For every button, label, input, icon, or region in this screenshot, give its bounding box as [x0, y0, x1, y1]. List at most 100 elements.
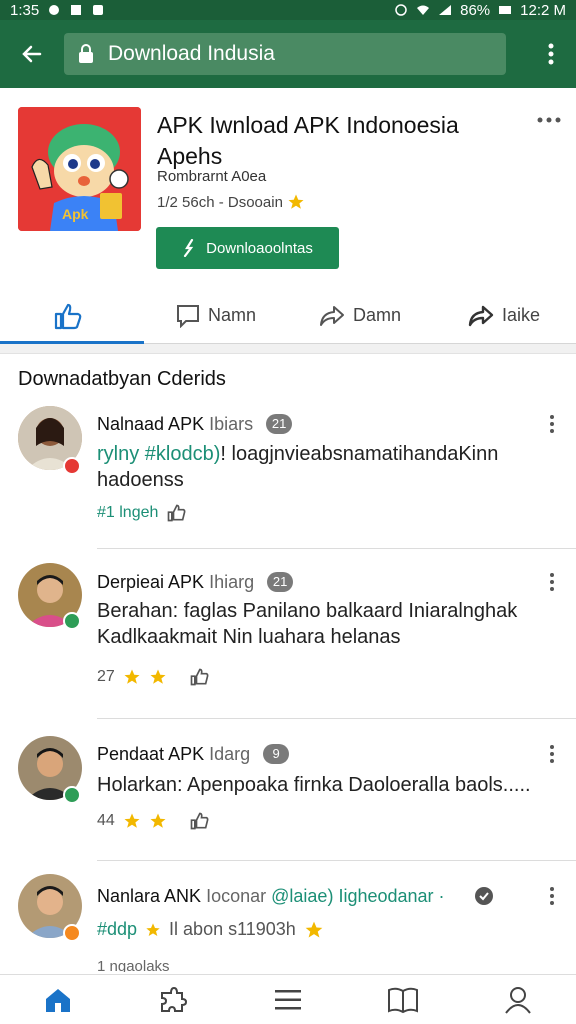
star-icon — [150, 813, 166, 828]
review-rating-count: 44 — [97, 812, 115, 829]
battery-icon — [499, 6, 512, 14]
status-badge — [63, 924, 81, 942]
reviewer-count: 21 — [267, 572, 294, 592]
divider — [97, 860, 576, 861]
review-tag[interactable]: #1 lngeh — [97, 504, 158, 522]
status-badge — [63, 612, 81, 630]
reviewer-name-text: Derpieai APK — [97, 572, 205, 592]
reviewer-role: Ioconar — [206, 886, 267, 906]
home-icon — [45, 988, 70, 1012]
puzzle-icon — [160, 986, 187, 1012]
review-footer: #1 lngeh — [97, 503, 186, 523]
status-time: 1:35 — [10, 1, 40, 19]
menu-icon — [275, 989, 301, 1009]
nav-apps[interactable] — [115, 975, 230, 1024]
tab-share-label: Damn — [352, 305, 401, 325]
star-icon — [288, 194, 304, 209]
tab-like[interactable] — [0, 288, 144, 344]
reviewer-name[interactable]: Pendaat APK Idarg 9 — [97, 744, 290, 765]
tab-comment-label: Namn — [207, 305, 256, 325]
section-separator — [0, 344, 576, 354]
more-vert-icon[interactable] — [545, 572, 559, 592]
star-icon — [146, 922, 160, 936]
forward-icon — [468, 305, 494, 326]
battery-percent: 86% — [460, 1, 491, 19]
reviewer-name[interactable]: Nalnaad APK Ibiars 21 — [97, 414, 293, 435]
app-title: APK Iwnload APK Indonoesia Apehs — [157, 112, 459, 169]
alarm-icon — [395, 4, 407, 16]
app-header: Apk APK Iwnload APK Indonoesia Apehs Rom… — [0, 88, 576, 288]
reviewer-name[interactable]: Nanlara ANK Ioconar @laiae) Iigheodanar … — [97, 886, 445, 907]
profile-icon — [505, 986, 532, 1014]
app-notification-icon — [93, 5, 104, 15]
tab-comment[interactable]: Namn — [144, 288, 288, 343]
reviewer-role: Ibiars — [209, 414, 254, 434]
like-outline-icon[interactable] — [166, 503, 186, 523]
install-button[interactable]: Downloaoolntas — [156, 227, 339, 269]
divider — [97, 718, 576, 719]
star-icon — [124, 813, 140, 828]
reviewer-name[interactable]: Derpieai APK Ihiarg 21 — [97, 572, 294, 593]
partial-text: 1 ngaolaks — [97, 958, 170, 972]
more-vert-icon[interactable] — [545, 414, 559, 434]
tab-share[interactable]: Damn — [288, 288, 432, 343]
thumbs-up-icon — [54, 303, 82, 329]
back-button[interactable] — [0, 20, 64, 88]
reviewer-name-text: Nanlara ANK — [97, 886, 202, 906]
review-body: Berahan: faglas Panilano balkaard Iniara… — [97, 600, 518, 648]
app-icon-text: Apk — [62, 206, 89, 222]
more-vert-icon — [548, 43, 554, 65]
share-icon — [319, 305, 344, 326]
more-vert-icon[interactable] — [545, 744, 559, 764]
tab-forward-label: Iaike — [501, 305, 541, 325]
star-icon — [150, 669, 166, 684]
review-footer: #ddp Il abon s11903h — [97, 919, 324, 940]
nav-library[interactable] — [346, 975, 461, 1024]
lock-icon — [79, 44, 93, 63]
nav-home[interactable] — [0, 975, 115, 1024]
more-horiz-icon[interactable] — [536, 110, 562, 130]
notification-icon — [49, 5, 60, 15]
reviewer-count: 21 — [266, 414, 293, 434]
app-meta: 1/2 56ch - Dsooain — [157, 193, 305, 211]
comment-icon — [176, 304, 199, 328]
divider — [97, 548, 576, 549]
install-button-label: Downloaoolntas — [206, 239, 313, 257]
app-meta-text: 1/2 56ch - Dsooain — [157, 193, 283, 211]
status-clock: 12:2 M — [520, 1, 566, 19]
overflow-menu-button[interactable] — [526, 20, 576, 88]
bottom-navigation — [0, 974, 576, 1024]
download-icon — [184, 239, 194, 257]
reviewer-name-text: Nalnaad APK — [97, 414, 205, 434]
wifi-icon — [417, 5, 430, 15]
browser-toolbar: Download Indusia — [0, 20, 576, 88]
book-icon — [388, 987, 419, 1013]
review-body: Holarkan: Apenpoaka firnka Daoloeralla b… — [97, 774, 531, 796]
reviewer-count: 9 — [263, 744, 290, 764]
review-footer: 27 — [97, 667, 209, 687]
review-footer: 44 — [97, 811, 209, 831]
more-vert-icon[interactable] — [545, 886, 559, 906]
review-meta: Il abon s11903h — [169, 919, 296, 939]
reviewer-handle[interactable]: @laiae) Iigheodanar · — [271, 886, 444, 906]
reviewer-role: Ihiarg — [209, 572, 255, 592]
star-icon — [124, 669, 140, 684]
review-tag[interactable]: #ddp — [97, 919, 137, 940]
like-outline-icon[interactable] — [189, 811, 209, 831]
star-icon — [305, 921, 323, 937]
status-badge — [63, 457, 81, 475]
app-icon[interactable]: Apk — [18, 107, 141, 231]
back-arrow-icon — [22, 45, 42, 63]
app-developer[interactable]: Rombrarnt A0ea — [157, 168, 266, 185]
reviewer-role: Idarg — [209, 744, 251, 764]
tab-forward[interactable]: Iaike — [432, 288, 576, 343]
section-title: Downadatbyan Cderids — [18, 368, 226, 390]
review-hashtag[interactable]: rylny #klodcb) — [97, 443, 220, 465]
nav-menu[interactable] — [230, 975, 345, 1024]
url-bar[interactable]: Download Indusia — [64, 33, 506, 75]
action-tabs: Namn Damn Iaike — [0, 288, 576, 344]
status-badge — [63, 786, 81, 804]
like-outline-icon[interactable] — [189, 667, 209, 687]
nav-profile[interactable] — [461, 975, 576, 1024]
status-bar: 1:35 86% 12:2 M — [0, 0, 576, 20]
